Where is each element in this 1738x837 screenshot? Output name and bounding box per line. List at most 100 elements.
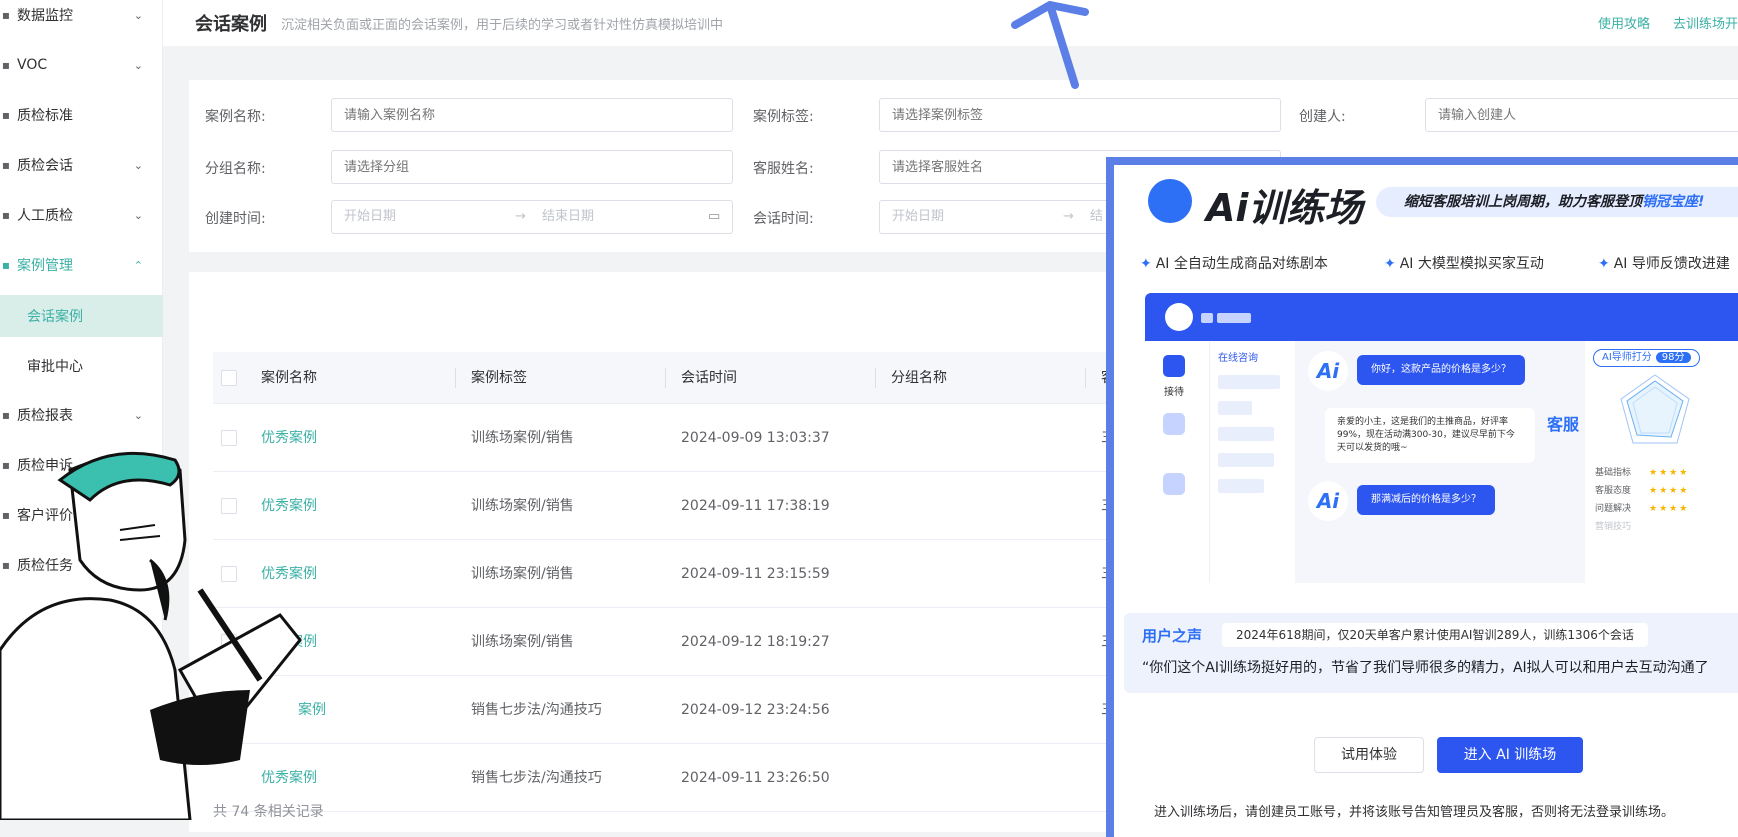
sidebar-item-label: 人工质检 [17,208,73,224]
calendar-icon: ▭ [708,209,721,224]
ai-training-promo: Ai训练场 缩短客服培训上岗周期，助力客服登顶销冠宝座! ✦ AI 全自动生成商品… [1106,157,1738,837]
feature-text: AI 全自动生成商品对练剧本 [1155,256,1328,272]
mockup-tab: 在线咨询 [1218,353,1258,364]
report-icon: ▪ [1,408,11,422]
mockup-line [1218,401,1252,415]
metric-label: 客服态度 [1595,486,1632,496]
try-experience-button[interactable]: 试用体验 [1314,737,1424,773]
sidebar-item-label: VOC [17,57,48,73]
case-tag: 销售七步法/沟通技巧 [471,770,602,786]
mockup-line [1218,479,1264,493]
banner-text: 缩短客服培训上岗周期，助力客服登顶 [1404,194,1642,210]
sidebar-subitem-session-case[interactable]: 会话案例 [0,295,163,337]
standard-icon: ▪ [1,108,11,122]
case-tag: 销售七步法/沟通技巧 [471,702,602,718]
start-date-placeholder: 开始日期 [344,209,397,224]
creator-label: 创建人: [1299,109,1346,125]
group-select[interactable] [331,150,733,184]
session-end-placeholder: 结 [1090,209,1104,224]
score-tag: AI导师打分 98分 [1593,349,1700,367]
mockup-bar [1201,313,1213,323]
sidebar-item-case[interactable]: ▪ 案例管理 ⌃ [0,240,163,290]
column-header: 会话时间 [681,370,737,386]
column-header: 案例名称 [261,370,317,386]
page-description: 沉淀相关负面或正面的会话案例，用于后续的学习或者针对性仿真模拟培训中 [281,17,724,33]
case-tag-select[interactable] [879,98,1281,132]
metric-row: 问题解决 ★★★★ [1595,501,1689,514]
sidebar-item-label: 案例管理 [17,258,73,274]
case-icon: ▪ [1,258,11,272]
guide-link[interactable]: 使用攻略 [1598,13,1650,32]
case-name-input[interactable] [331,98,733,132]
ai-avatar-icon: Ai [1308,481,1348,521]
chevron-down-icon: ⌄ [133,158,143,172]
date-separator: → [515,209,526,224]
case-tag: 训练场案例/销售 [471,430,574,446]
sidebar-item-manual[interactable]: ▪ 人工质检 ⌄ [0,190,163,240]
mockup-bar [1217,313,1251,323]
session-time: 2024-09-11 23:15:59 [681,566,830,582]
session-time: 2024-09-11 23:26:50 [681,770,830,786]
sparkle-icon: ✦ [1598,256,1610,272]
session-time: 2024-09-12 18:19:27 [681,634,830,650]
user-voice-title: 用户之声 [1142,627,1203,645]
end-date-placeholder: 结束日期 [542,209,595,224]
chevron-down-icon: ⌄ [133,8,143,22]
score-value: 98分 [1655,352,1691,363]
header: 会话案例 沉淀相关负面或正面的会话案例，用于后续的学习或者针对性仿真模拟培训中 … [163,0,1738,46]
sidebar-item-session[interactable]: ▪ 质检会话 ⌄ [0,140,163,190]
session-icon: ▪ [1,158,11,172]
star-rating: ★★★★ [1649,486,1690,496]
metric-row: 营销技巧 [1595,519,1631,532]
customer-bubble: 你好，这款产品的价格是多少？ [1357,355,1525,385]
select-all-checkbox[interactable] [221,370,237,386]
chevron-down-icon: ⌄ [133,208,143,222]
session-time-label: 会话时间: [753,211,814,227]
session-time: 2024-09-09 13:03:37 [681,430,830,446]
character-illustration [0,451,302,820]
column-divider [1085,368,1086,388]
column-header: 案例标签 [471,370,527,386]
metric-label: 问题解决 [1595,504,1632,514]
nav-label: 接待 [1164,387,1184,398]
nav-icon [1163,413,1185,435]
chevron-up-icon: ⌃ [133,258,143,272]
group-label: 分组名称: [205,161,266,177]
chat-mockup: 接待 在线咨询 Ai 你好，这款产品的价格是多少？ 亲爱的小主，这是我们的主推商… [1145,293,1738,583]
column-header: 分组名称 [891,370,947,386]
case-tag: 训练场案例/销售 [471,566,574,582]
case-name-label: 案例名称: [205,109,266,125]
go-training-link[interactable]: 去训练场开 [1673,13,1738,32]
mockup-line [1218,427,1274,441]
sidebar-subitem-approval[interactable]: 审批中心 [0,345,163,387]
user-voice-quote: “你们这个AI训练场挺好用的，节省了我们导师很多的精力，AI拟人可以和用户去互动… [1142,660,1709,676]
column-divider [665,368,666,388]
feature-text: AI 大模型模拟买家互动 [1399,256,1544,272]
sidebar-subitem-label: 会话案例 [27,309,83,325]
case-tag-label: 案例标签: [753,109,814,125]
create-time-range[interactable]: 开始日期 → 结束日期 ▭ [331,200,733,234]
voc-icon: ▪ [1,58,11,72]
avatar [1165,303,1193,331]
mockup-header [1145,293,1738,341]
creator-input[interactable] [1425,98,1738,132]
arrow-up-icon [1011,1,1089,89]
feature-text: AI 导师反馈改进建 [1613,256,1730,272]
sparkle-icon: ✦ [1384,256,1396,272]
user-voice-stat: 2024年618期间，仅20天单客户累计使用AI智训289人，训练1306个会话 [1222,623,1648,647]
sidebar-subitem-label: 审批中心 [27,359,83,375]
session-start-placeholder: 开始日期 [892,209,945,224]
metric-label: 基础指标 [1595,468,1632,478]
create-time-label: 创建时间: [205,211,266,227]
sidebar-item-report[interactable]: ▪ 质检报表 ⌄ [0,390,163,440]
column-divider [455,368,456,388]
promo-banner: 缩短客服培训上岗周期，助力客服登顶销冠宝座! [1376,187,1738,217]
mockup-line [1218,375,1280,389]
sidebar-item-monitor[interactable]: ▪ 数据监控 ⌄ [0,0,163,40]
sidebar-item-standard[interactable]: ▪ 质检标准 [0,90,163,140]
enter-training-button[interactable]: 进入 AI 训练场 [1437,737,1583,773]
sparkle-icon: ✦ [1140,256,1152,272]
score-label: AI导师打分 [1602,352,1652,363]
sidebar-item-voc[interactable]: ▪ VOC ⌄ [0,40,163,90]
session-time: 2024-09-11 17:38:19 [681,498,830,514]
